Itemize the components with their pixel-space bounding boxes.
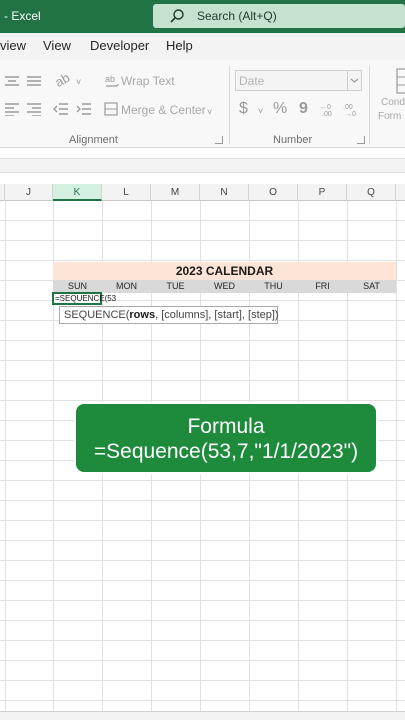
- number-launcher-icon[interactable]: [357, 136, 365, 144]
- caption-line-1: Formula: [187, 415, 265, 438]
- excel-window: - Excel Search (Alt+Q) view View Develop…: [0, 0, 405, 720]
- svg-text:→0: →0: [345, 111, 356, 116]
- decrease-indent-icon[interactable]: [53, 102, 69, 116]
- search-box[interactable]: Search (Alt+Q): [153, 4, 405, 28]
- currency-button[interactable]: $: [239, 101, 248, 117]
- column-header-l[interactable]: L: [102, 184, 151, 201]
- align-middle-icon[interactable]: [26, 74, 42, 88]
- weekday-thu[interactable]: THU: [249, 280, 298, 293]
- weekday-header-row: SUN MON TUE WED THU FRI SAT: [53, 280, 396, 293]
- conditional-formatting-icon[interactable]: [396, 68, 405, 94]
- column-header-m[interactable]: M: [151, 184, 200, 201]
- formula-bar[interactable]: [0, 158, 405, 173]
- orientation-dropdown-icon[interactable]: ˅: [76, 75, 81, 90]
- menu-bar: view View Developer Help: [0, 33, 405, 60]
- weekday-sat[interactable]: SAT: [347, 280, 396, 293]
- orientation-icon[interactable]: ab: [53, 71, 75, 89]
- menu-tab-help[interactable]: Help: [166, 38, 193, 53]
- increase-indent-icon[interactable]: [76, 102, 92, 116]
- svg-text:ab: ab: [105, 74, 115, 84]
- wrap-text-icon: ab: [105, 74, 119, 87]
- tooltip-remaining-arguments: , [columns], [start], [step]): [155, 309, 279, 321]
- conditional-formatting-label-2[interactable]: Form: [378, 111, 401, 122]
- menu-tab-view[interactable]: View: [43, 38, 71, 53]
- active-cell-editor[interactable]: =SEQUENCE(53: [52, 292, 116, 305]
- increase-decimal-icon[interactable]: ←0 .00: [320, 102, 338, 116]
- column-header-k[interactable]: K: [53, 184, 102, 201]
- title-bar: - Excel Search (Alt+Q): [0, 0, 405, 33]
- alignment-group-label: Alignment: [69, 134, 118, 146]
- conditional-formatting-label-1[interactable]: Cond: [381, 97, 405, 108]
- caption-line-2: =Sequence(53,7,"1/1/2023"): [93, 440, 359, 463]
- chevron-down-icon: [347, 71, 361, 90]
- align-top-icon[interactable]: [4, 74, 20, 88]
- alignment-launcher-icon[interactable]: [215, 136, 223, 144]
- comma-style-button[interactable]: 9: [299, 101, 308, 117]
- search-icon: [170, 9, 184, 23]
- merge-center-icon: [104, 102, 118, 116]
- ribbon-separator: [229, 66, 230, 144]
- number-format-dropdown[interactable]: Date: [235, 70, 362, 91]
- weekday-mon[interactable]: MON: [102, 280, 151, 293]
- column-headers: J K L M N O P Q: [0, 184, 405, 201]
- ribbon: ab ˅ ab Wrap Text Merge & Center ˅ Align…: [0, 60, 405, 148]
- percent-button[interactable]: %: [273, 101, 287, 117]
- formula-bar-strip: [0, 148, 405, 184]
- weekday-wed[interactable]: WED: [200, 280, 249, 293]
- ribbon-separator: [369, 66, 370, 144]
- merge-center-button[interactable]: Merge & Center: [121, 103, 206, 117]
- menu-tab-developer[interactable]: Developer: [90, 38, 149, 53]
- merge-dropdown-icon[interactable]: ˅: [207, 105, 212, 120]
- function-signature-tooltip: SEQUENCE(rows, [columns], [start], [step…: [59, 306, 279, 324]
- number-group-label: Number: [273, 134, 313, 146]
- svg-text:.00: .00: [322, 111, 332, 116]
- search-placeholder: Search (Alt+Q): [197, 9, 277, 23]
- decrease-decimal-icon[interactable]: .00 →0: [343, 102, 361, 116]
- column-header-n[interactable]: N: [200, 184, 249, 201]
- weekday-tue[interactable]: TUE: [151, 280, 200, 293]
- calendar-title[interactable]: 2023 CALENDAR: [53, 262, 396, 280]
- svg-text:←0: ←0: [320, 104, 331, 111]
- grid-line: [396, 201, 397, 711]
- column-header-o[interactable]: O: [249, 184, 298, 201]
- number-format-value: Date: [239, 74, 265, 88]
- column-header-j[interactable]: J: [5, 184, 53, 201]
- align-right-icon[interactable]: [26, 102, 42, 116]
- wrap-text-button[interactable]: Wrap Text: [121, 74, 175, 88]
- column-header-p[interactable]: P: [298, 184, 347, 201]
- svg-text:ab: ab: [53, 71, 72, 89]
- grid-line: [5, 201, 6, 711]
- align-left-icon[interactable]: [4, 102, 20, 116]
- menu-tab-review[interactable]: view: [0, 38, 26, 53]
- tooltip-function-name[interactable]: SEQUENCE(: [64, 309, 129, 321]
- tooltip-current-argument: rows: [129, 309, 156, 321]
- column-header-q[interactable]: Q: [347, 184, 396, 201]
- cell-formula-text: =SEQUENCE(53: [55, 294, 117, 303]
- currency-dropdown-icon[interactable]: ˅: [258, 104, 263, 119]
- app-title: - Excel: [4, 9, 41, 23]
- formula-caption-overlay: Formula =Sequence(53,7,"1/1/2023"): [74, 402, 378, 474]
- sheet-bottom-bar: [0, 711, 405, 720]
- svg-text:.00: .00: [343, 104, 353, 111]
- weekday-fri[interactable]: FRI: [298, 280, 347, 293]
